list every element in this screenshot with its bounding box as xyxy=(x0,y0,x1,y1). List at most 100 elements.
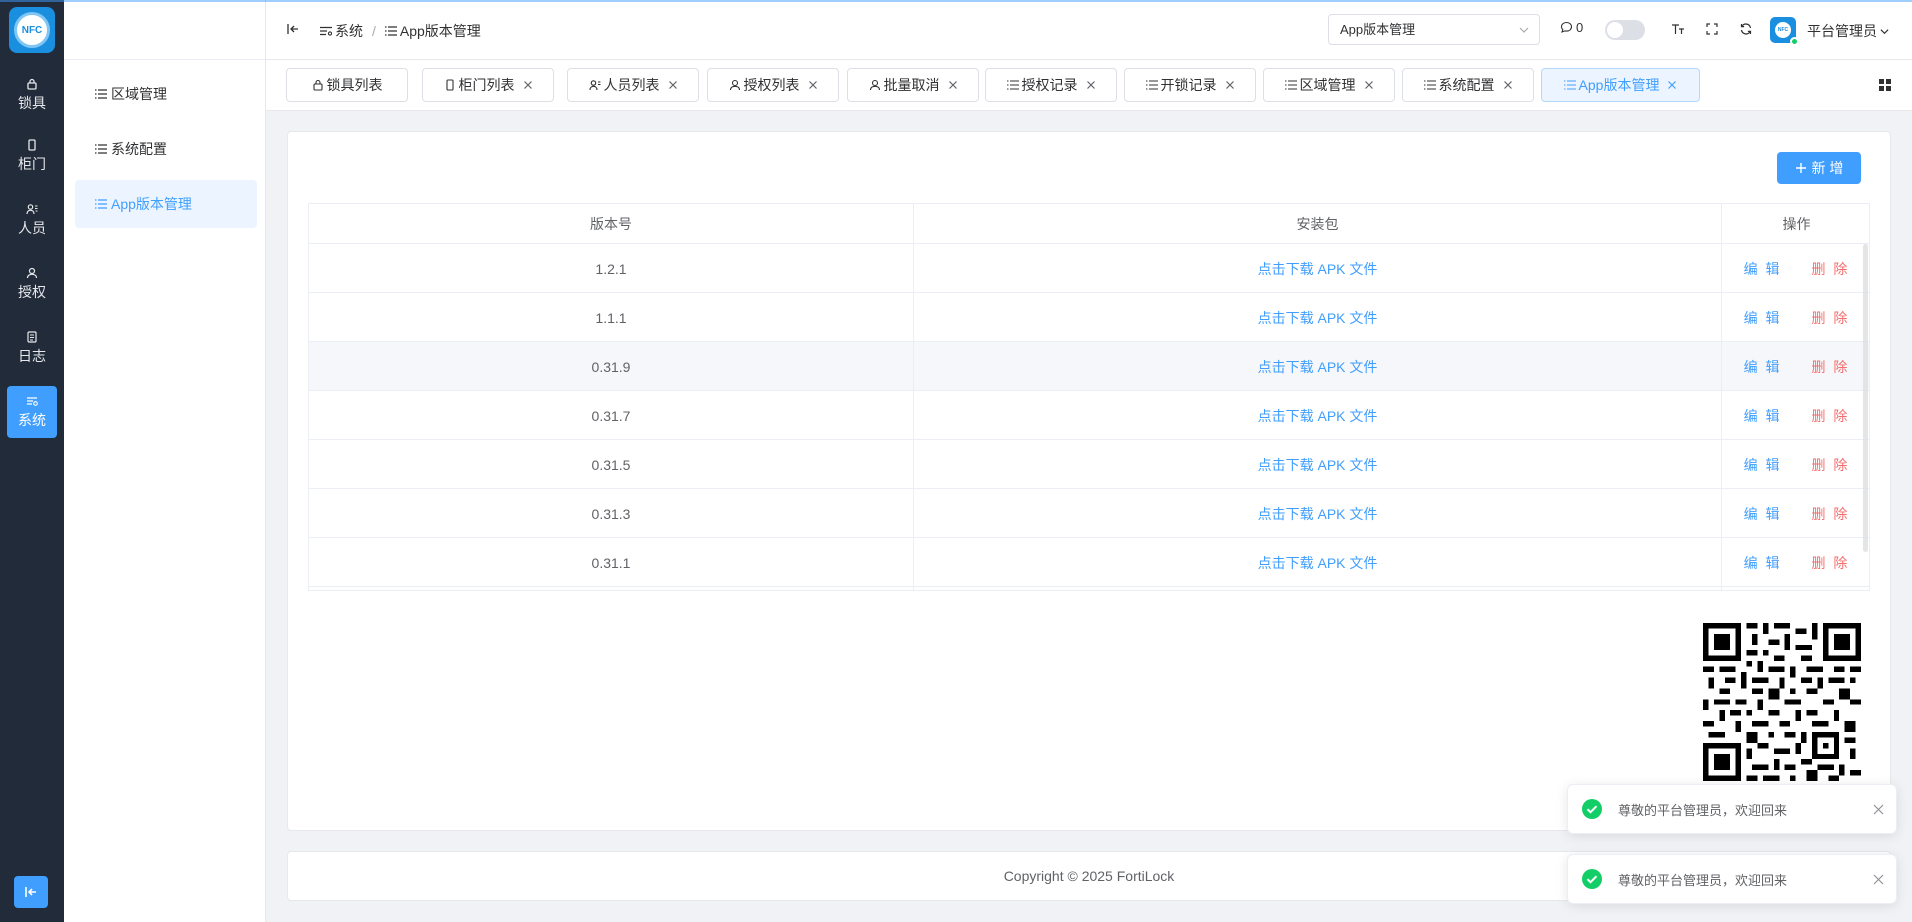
fullscreen-icon[interactable] xyxy=(1705,22,1719,36)
close-icon[interactable] xyxy=(1503,80,1513,90)
table-header: 版本号 安装包 操作 xyxy=(309,204,1869,244)
sub-item-area[interactable]: 区域管理 xyxy=(75,70,257,118)
edit-button[interactable]: 编 辑 xyxy=(1744,357,1782,377)
package-cell: 点击下载 APK 文件 xyxy=(914,293,1722,342)
table-row: 1.1.1 点击下载 APK 文件 编 辑 删 除 xyxy=(309,293,1869,342)
breadcrumb-item[interactable]: 系统 xyxy=(335,21,363,41)
package-cell: 点击下载 APK 文件 xyxy=(914,342,1722,391)
tab-doors[interactable]: 柜门列表 xyxy=(422,68,554,102)
version-cell: 0.31.3 xyxy=(309,489,914,538)
delete-button[interactable]: 删 除 xyxy=(1812,455,1850,475)
refresh-icon[interactable] xyxy=(1739,22,1753,36)
close-icon[interactable] xyxy=(1225,80,1235,90)
add-button[interactable]: 新 增 xyxy=(1777,152,1861,184)
download-link[interactable]: 点击下载 APK 文件 xyxy=(1258,455,1378,475)
download-link[interactable]: 点击下载 APK 文件 xyxy=(1258,259,1378,279)
table-cell xyxy=(914,587,1722,590)
tab-label: 授权列表 xyxy=(743,77,800,93)
version-cell: 1.2.1 xyxy=(309,244,914,293)
sub-item-config[interactable]: 系统配置 xyxy=(75,125,257,173)
tabs-bar: 锁具列表 柜门列表 人员列表 授权列表 批量取消 授权记录 开锁记录 区域管理 … xyxy=(266,60,1912,111)
lock-icon xyxy=(27,78,37,90)
tab-auth-records[interactable]: 授权记录 xyxy=(985,68,1117,102)
edit-button[interactable]: 编 辑 xyxy=(1744,455,1782,475)
download-link[interactable]: 点击下载 APK 文件 xyxy=(1258,406,1378,426)
tab-authorizations[interactable]: 授权列表 xyxy=(707,68,839,102)
font-size-icon[interactable] xyxy=(1671,22,1685,36)
download-link[interactable]: 点击下载 APK 文件 xyxy=(1258,308,1378,328)
actions-cell: 编 辑删 除 xyxy=(1722,391,1869,440)
loading-bar xyxy=(0,0,1912,2)
online-status-dot xyxy=(1790,37,1799,46)
close-icon[interactable] xyxy=(1873,874,1884,885)
close-icon[interactable] xyxy=(668,80,678,90)
package-cell: 点击下载 APK 文件 xyxy=(914,538,1722,587)
actions-cell: 编 辑删 除 xyxy=(1722,489,1869,538)
delete-button[interactable]: 删 除 xyxy=(1812,308,1850,328)
rail-item-locks[interactable]: 锁具 xyxy=(7,69,57,121)
grid-menu-icon[interactable] xyxy=(1878,78,1892,92)
authorize-icon xyxy=(26,267,38,278)
authorize-icon xyxy=(729,79,740,91)
close-icon[interactable] xyxy=(1873,804,1884,815)
delete-button[interactable]: 删 除 xyxy=(1812,357,1850,377)
edit-button[interactable]: 编 辑 xyxy=(1744,504,1782,524)
close-icon[interactable] xyxy=(1086,80,1096,90)
table-row: 0.31.5 点击下载 APK 文件 编 辑 删 除 xyxy=(309,440,1869,489)
sub-item-app-version[interactable]: App版本管理 xyxy=(75,180,257,228)
delete-button[interactable]: 删 除 xyxy=(1812,259,1850,279)
list-icon xyxy=(1284,80,1297,90)
close-icon[interactable] xyxy=(523,80,533,90)
tab-people[interactable]: 人员列表 xyxy=(567,68,699,102)
rail-item-logs[interactable]: 日志 xyxy=(7,322,57,374)
collapse-sidebar-icon[interactable] xyxy=(286,22,300,36)
tab-system-config[interactable]: 系统配置 xyxy=(1402,68,1534,102)
rail-item-doors[interactable]: 柜门 xyxy=(7,130,57,182)
delete-button[interactable]: 删 除 xyxy=(1812,504,1850,524)
tab-unlock-records[interactable]: 开锁记录 xyxy=(1124,68,1256,102)
delete-button[interactable]: 删 除 xyxy=(1812,553,1850,573)
table-row xyxy=(309,587,1869,590)
rail-item-system[interactable]: 系统 xyxy=(7,386,57,438)
delete-button[interactable]: 删 除 xyxy=(1812,406,1850,426)
edit-button[interactable]: 编 辑 xyxy=(1744,308,1782,328)
edit-button[interactable]: 编 辑 xyxy=(1744,259,1782,279)
download-link[interactable]: 点击下载 APK 文件 xyxy=(1258,357,1378,377)
tab-app-version[interactable]: App版本管理 xyxy=(1541,68,1700,102)
menu-search-select[interactable]: App版本管理 xyxy=(1328,14,1540,45)
list-icon xyxy=(95,199,107,209)
notification-text: 尊敬的平台管理员，欢迎回来 xyxy=(1618,872,1788,888)
app-logo[interactable]: NFC xyxy=(9,7,55,53)
version-cell: 1.1.1 xyxy=(309,293,914,342)
collapse-rail-button[interactable] xyxy=(14,876,48,908)
tab-locks[interactable]: 锁具列表 xyxy=(286,68,408,102)
edit-button[interactable]: 编 辑 xyxy=(1744,553,1782,573)
table-scrollbar[interactable] xyxy=(1863,244,1868,552)
tab-area-management[interactable]: 区域管理 xyxy=(1263,68,1395,102)
messages-button[interactable]: 0 xyxy=(1560,20,1583,35)
download-link[interactable]: 点击下载 APK 文件 xyxy=(1258,504,1378,524)
version-cell: 0.31.7 xyxy=(309,391,914,440)
download-link[interactable]: 点击下载 APK 文件 xyxy=(1258,553,1378,573)
list-icon xyxy=(1563,80,1576,90)
close-icon[interactable] xyxy=(1364,80,1374,90)
avatar[interactable]: NFC xyxy=(1770,17,1799,46)
qr-code-image xyxy=(1703,623,1861,781)
add-button-label: 新 增 xyxy=(1811,160,1844,176)
tab-batch-cancel[interactable]: 批量取消 xyxy=(847,68,979,102)
tab-label: 批量取消 xyxy=(883,77,940,93)
dark-mode-toggle[interactable] xyxy=(1605,20,1645,40)
user-menu[interactable]: 平台管理员 xyxy=(1807,21,1889,41)
sub-sidebar-header xyxy=(64,0,265,60)
edit-button[interactable]: 编 辑 xyxy=(1744,406,1782,426)
success-icon xyxy=(1582,799,1602,819)
close-icon[interactable] xyxy=(808,80,818,90)
close-icon[interactable] xyxy=(948,80,958,90)
rail-item-authorize[interactable]: 授权 xyxy=(7,258,57,310)
avatar-text: NFC xyxy=(1775,22,1791,38)
table-row: 0.31.1 点击下载 APK 文件 编 辑 删 除 xyxy=(309,538,1869,587)
close-icon[interactable] xyxy=(1667,80,1677,90)
success-icon xyxy=(1582,869,1602,889)
notification: 尊敬的平台管理员，欢迎回来 xyxy=(1567,854,1897,904)
rail-item-people[interactable]: 人员 xyxy=(7,194,57,246)
